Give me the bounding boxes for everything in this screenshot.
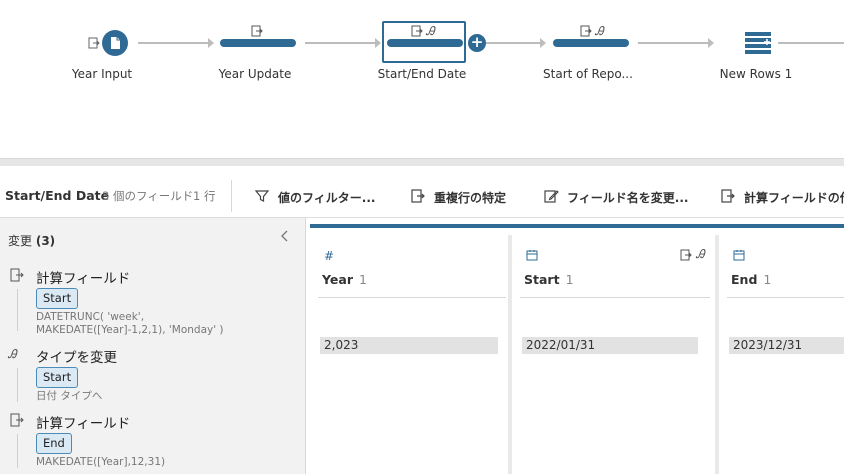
change-rail [17, 368, 18, 402]
chevron-left-icon [281, 230, 288, 242]
flow-node-label: Start/End Date [377, 67, 467, 81]
toolbar-separator [231, 180, 232, 212]
calc-field-icon [411, 25, 423, 40]
profile-toolbar: Start/End Date 3 個のフィールド 1 行 値のフィルター... … [0, 176, 844, 218]
change-description: DATETRUNC( 'week', MAKEDATE([Year]-1,2,1… [36, 311, 224, 337]
card-divider [727, 297, 844, 298]
flow-node-year-update[interactable]: Year Update [185, 0, 325, 100]
profile-pane: # Year 1 2,023 Ꭿ Start 1 2022/01/31 End 1 2… [306, 218, 844, 474]
flow-node-new-rows[interactable]: New Rows 1 [686, 0, 826, 100]
create-calculated-field-label: 計算フィールドの作 [744, 190, 844, 205]
field-name-label: End [731, 272, 758, 287]
change-item[interactable]: Ꭿ タイプを変更 Start 日付 タイプへ [0, 346, 306, 406]
type-change-icon: Ꭿ [595, 24, 604, 38]
create-calculated-field-button[interactable]: 計算フィールドの作 [720, 185, 844, 209]
changes-header-label: 変更 [8, 234, 33, 248]
change-item[interactable]: 計算フィールド Start DATETRUNC( 'week', MAKEDAT… [0, 267, 306, 339]
flow-node-label: Year Input [71, 67, 133, 81]
field-value-count: 1 [763, 272, 772, 287]
profile-card-end[interactable]: End 1 2023/12/31 [719, 235, 844, 474]
value-bar[interactable]: 2022/01/31 [522, 337, 698, 354]
field-chip[interactable]: Start [36, 367, 79, 388]
changes-count: (3) [35, 234, 56, 248]
find-duplicates-button[interactable]: 重複行の特定 [410, 185, 506, 209]
change-title: 計算フィールド [36, 416, 131, 432]
change-description: 日付 タイプへ [36, 390, 103, 402]
field-chip[interactable]: End [36, 433, 72, 454]
duplicate-icon [410, 188, 426, 207]
flow-canvas[interactable]: Year Input Year Update Ꭿ + Start/End Dat… [0, 0, 844, 158]
type-change-icon: Ꭿ [8, 347, 17, 361]
flow-node-label: Year Update [218, 67, 292, 81]
profile-card-start[interactable]: Ꭿ Start 1 2022/01/31 [512, 235, 726, 474]
field-name-label: Year [322, 272, 353, 287]
filter-values-label: 値のフィルター... [278, 190, 376, 205]
profile-card-year[interactable]: # Year 1 2,023 [310, 235, 510, 474]
flow-node-start-end-date[interactable]: Ꭿ + Start/End Date [352, 0, 492, 100]
calc-field-icon [580, 25, 592, 40]
field-name: Start 1 [524, 272, 574, 287]
field-value-count: 1 [565, 272, 574, 287]
type-change-icon: Ꭿ [426, 24, 435, 38]
field-name-label: Start [524, 272, 560, 287]
change-title: タイプを変更 [36, 350, 117, 366]
change-item[interactable]: 計算フィールド End MAKEDATE([Year],12,31) [0, 412, 306, 472]
calc-field-icon [10, 268, 28, 284]
flow-node-year-input[interactable]: Year Input [32, 0, 172, 100]
change-description-line: MAKEDATE([Year]-1,2,1), 'Monday' ) [36, 324, 224, 336]
value-bar[interactable]: 2,023 [320, 337, 498, 354]
rename-field-button[interactable]: フィールド名を変更... [543, 185, 688, 209]
change-rail [17, 289, 18, 331]
changes-header: 変更 (3) [8, 232, 55, 249]
calc-field-icon [720, 188, 736, 207]
add-step-symbol: + [470, 33, 484, 51]
clean-step-bar[interactable] [220, 39, 296, 47]
pane-splitter[interactable] [0, 158, 844, 166]
calc-field-icon [251, 25, 263, 40]
filter-values-button[interactable]: 値のフィルター... [254, 185, 375, 209]
field-name: End 1 [731, 272, 771, 287]
filter-icon [254, 188, 270, 207]
calendar-icon [733, 249, 745, 264]
selected-step-highlight [310, 224, 844, 228]
flow-node-label: New Rows 1 [719, 67, 793, 81]
clean-step-bar[interactable] [553, 39, 629, 47]
field-chip[interactable]: Start [36, 288, 79, 309]
value-bar[interactable]: 2023/12/31 [729, 337, 844, 354]
input-step-icon [102, 30, 128, 56]
change-rail [17, 434, 18, 468]
calendar-icon [526, 249, 538, 264]
changes-panel: 変更 (3) 計算フィールド Start DATETRUNC( 'week', … [0, 218, 306, 474]
rename-icon [543, 188, 559, 207]
step-name: Start/End Date [5, 188, 110, 203]
clean-step-bar[interactable] [387, 39, 463, 47]
flow-node-label: Start of Repo... [543, 67, 633, 81]
card-divider [520, 297, 710, 298]
change-description-line: DATETRUNC( 'week', [36, 311, 145, 323]
collapse-panel-button[interactable] [280, 230, 292, 244]
find-duplicates-label: 重複行の特定 [434, 190, 507, 205]
type-change-icon: Ꭿ [696, 247, 705, 261]
rename-field-label: フィールド名を変更... [567, 190, 689, 205]
change-description: MAKEDATE([Year],12,31) [36, 456, 166, 468]
card-divider [318, 297, 506, 298]
number-type-icon: # [324, 249, 335, 263]
new-rows-icon [745, 32, 771, 58]
calc-field-icon [680, 249, 692, 264]
calc-field-icon [10, 413, 28, 429]
field-count: 3 個のフィールド [102, 189, 194, 203]
field-value-count: 1 [358, 272, 367, 287]
change-title: 計算フィールド [36, 271, 131, 287]
field-name: Year 1 [322, 272, 367, 287]
flow-node-start-of-report[interactable]: Ꭿ Start of Repo... [518, 0, 658, 100]
row-count: 1 行 [193, 189, 216, 203]
input-link-icon [88, 37, 100, 52]
add-step-button[interactable]: + [468, 34, 486, 52]
